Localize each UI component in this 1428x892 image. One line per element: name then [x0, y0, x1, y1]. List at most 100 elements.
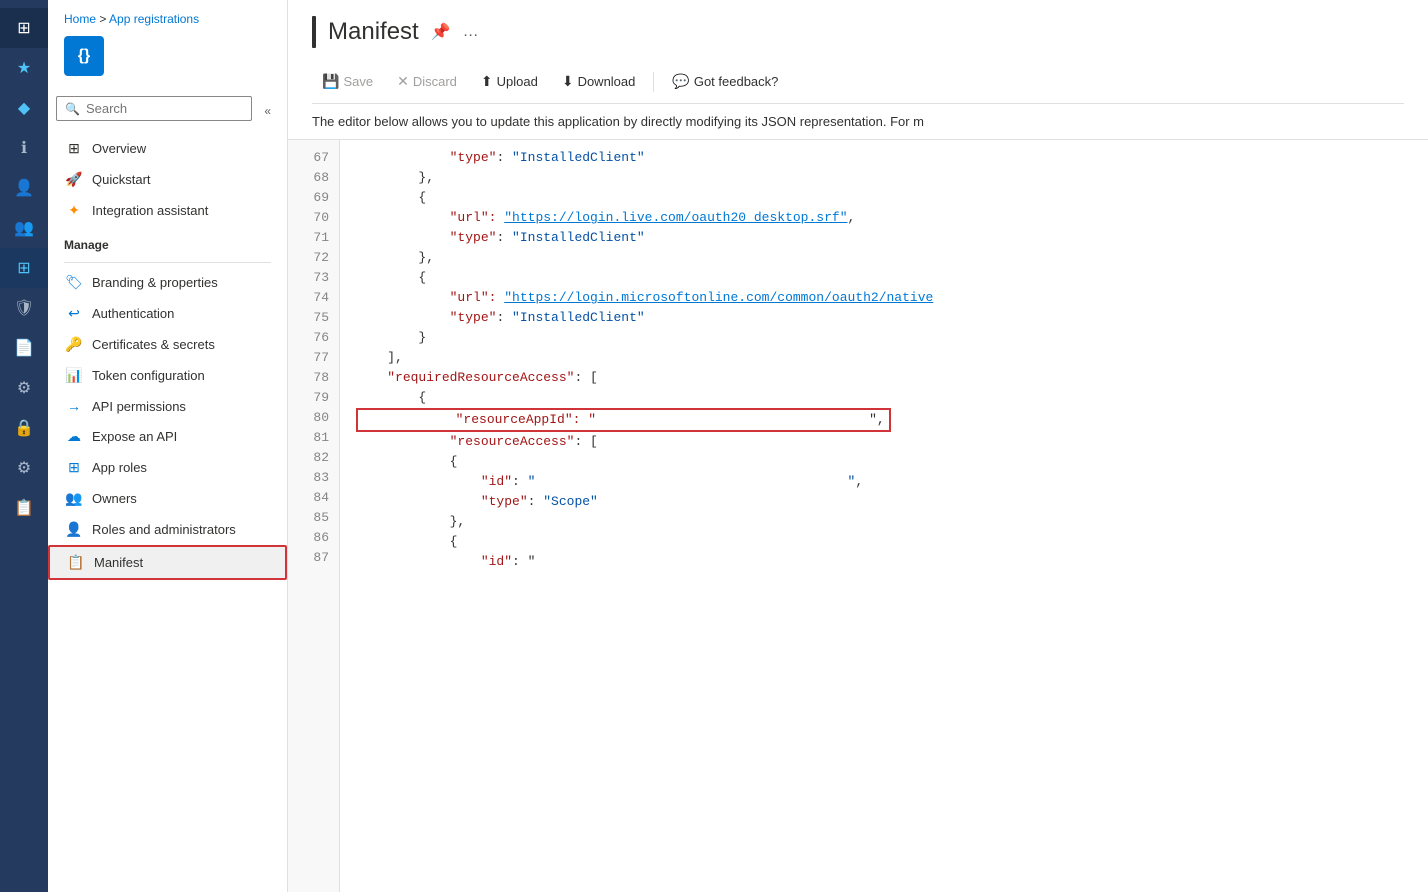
home-nav-icon[interactable]: ⊞: [0, 8, 48, 48]
sidebar-item-app-roles[interactable]: ⊞ App roles: [48, 452, 287, 483]
line-number: 87: [288, 548, 339, 568]
breadcrumb-current[interactable]: App registrations: [109, 12, 199, 26]
json-value[interactable]: [596, 410, 869, 430]
sidebar-item-branding[interactable]: 🏷 Branding & properties: [48, 267, 287, 298]
line-number: 75: [288, 308, 339, 328]
json-key: "type": [450, 228, 497, 248]
json-key: "id": [481, 472, 512, 492]
code-line: {: [356, 452, 1412, 472]
toolbar: 💾 Save ✕ Discard ⬆ Upload ⬇ Download 💬 G…: [312, 60, 1404, 104]
code-line: "type": "InstalledClient": [356, 148, 1412, 168]
feedback-button[interactable]: 💬 Got feedback?: [662, 68, 788, 95]
json-value: "Scope": [543, 492, 598, 512]
search-row: 🔍 «: [48, 96, 287, 133]
sidebar-item-expose-api[interactable]: ☁ Expose an API: [48, 421, 287, 452]
json-end: ",: [869, 410, 885, 430]
branding-icon: 🏷: [64, 274, 84, 291]
code-line: "url": "https://login.live.com/oauth20_d…: [356, 208, 1412, 228]
more-options-icon[interactable]: …: [463, 23, 479, 41]
sidebar-item-roles-admin[interactable]: 👤 Roles and administrators: [48, 514, 287, 545]
certificates-label: Certificates & secrets: [92, 337, 215, 352]
code-line: ],: [356, 348, 1412, 368]
pin-icon[interactable]: 📌: [431, 22, 451, 42]
line-number: 72: [288, 248, 339, 268]
search-input[interactable]: [86, 101, 243, 116]
branding-label: Branding & properties: [92, 275, 218, 290]
user-nav-icon[interactable]: 👤: [0, 168, 48, 208]
shield-nav-icon[interactable]: 🛡: [0, 288, 48, 328]
code-line: {: [356, 188, 1412, 208]
sidebar-item-token[interactable]: 📊 Token configuration: [48, 360, 287, 391]
json-url[interactable]: "https://login.microsoftonline.com/commo…: [504, 288, 933, 308]
sidebar-item-manifest[interactable]: 📋 Manifest: [48, 545, 287, 580]
sidebar-item-quickstart[interactable]: 🚀 Quickstart: [48, 164, 287, 195]
line-number: 78: [288, 368, 339, 388]
json-key: "type": [450, 308, 497, 328]
users-nav-icon[interactable]: 👥: [0, 208, 48, 248]
token-icon: 📊: [64, 367, 84, 384]
sidebar-item-integration[interactable]: ✦ Integration assistant: [48, 195, 287, 226]
diamond-nav-icon[interactable]: ◆: [0, 88, 48, 128]
discard-button[interactable]: ✕ Discard: [387, 68, 467, 95]
json-plain: ,: [848, 208, 856, 228]
line-number: 68: [288, 168, 339, 188]
sidebar-item-owners[interactable]: 👥 Owners: [48, 483, 287, 514]
json-bracket: {: [356, 532, 457, 552]
editor-area: 6768697071727374757677787980818283848586…: [288, 140, 1428, 892]
integration-label: Integration assistant: [92, 203, 208, 218]
line-number: 74: [288, 288, 339, 308]
line-number: 83: [288, 468, 339, 488]
breadcrumb-home[interactable]: Home: [64, 12, 96, 26]
expose-api-label: Expose an API: [92, 429, 177, 444]
code-line: "id": " ",: [356, 472, 1412, 492]
code-line: "id": ": [356, 552, 1412, 572]
sidebar-item-authentication[interactable]: ↩ Authentication: [48, 298, 287, 329]
search-icon: 🔍: [65, 102, 80, 116]
roles-admin-label: Roles and administrators: [92, 522, 236, 537]
code-line: "type": "InstalledClient": [356, 228, 1412, 248]
copy-nav-icon[interactable]: 📋: [0, 488, 48, 528]
code-content[interactable]: "type": "InstalledClient" }, { "url": "h…: [340, 140, 1428, 892]
code-line: "resourceAccess": [: [356, 432, 1412, 452]
code-line: "url": "https://login.microsoftonline.co…: [356, 288, 1412, 308]
upload-button[interactable]: ⬆ Upload: [471, 68, 548, 95]
save-icon: 💾: [322, 73, 339, 90]
grid-nav-icon[interactable]: ⊞: [0, 248, 48, 288]
save-button[interactable]: 💾 Save: [312, 68, 383, 95]
favorites-nav-icon[interactable]: ★: [0, 48, 48, 88]
download-icon: ⬇: [562, 73, 574, 90]
line-number: 76: [288, 328, 339, 348]
settings2-nav-icon[interactable]: ⚙: [0, 448, 48, 488]
file-nav-icon[interactable]: 📄: [0, 328, 48, 368]
code-line: },: [356, 512, 1412, 532]
download-button[interactable]: ⬇ Download: [552, 68, 646, 95]
json-key: "requiredResourceAccess": [387, 368, 574, 388]
line-number: 73: [288, 268, 339, 288]
quickstart-icon: 🚀: [64, 171, 84, 188]
sidebar-item-api-permissions[interactable]: → API permissions: [48, 391, 287, 421]
lock-nav-icon[interactable]: 🔒: [0, 408, 48, 448]
json-key: "id": [481, 552, 512, 572]
code-line: },: [356, 168, 1412, 188]
code-line: "type": "InstalledClient": [356, 308, 1412, 328]
json-value: "InstalledClient": [512, 228, 645, 248]
sidebar-header: Home > App registrations {}: [48, 0, 287, 96]
collapse-button[interactable]: «: [256, 100, 279, 122]
json-key: "resourceAppId": ": [362, 410, 596, 430]
sidebar-item-certificates[interactable]: 🔑 Certificates & secrets: [48, 329, 287, 360]
code-line: },: [356, 248, 1412, 268]
app-roles-icon: ⊞: [64, 459, 84, 476]
gear-nav-icon[interactable]: ⚙: [0, 368, 48, 408]
line-number: 82: [288, 448, 339, 468]
line-number: 84: [288, 488, 339, 508]
line-number: 80: [288, 408, 339, 428]
sidebar-item-overview[interactable]: ⊞ Overview: [48, 133, 287, 164]
line-number: 70: [288, 208, 339, 228]
json-url[interactable]: "https://login.live.com/oauth20_desktop.…: [504, 208, 847, 228]
code-line: "type": "Scope": [356, 492, 1412, 512]
json-key: "resourceAccess": [450, 432, 575, 452]
description-text: The editor below allows you to update th…: [288, 104, 1428, 140]
authentication-icon: ↩: [64, 305, 84, 322]
search-box[interactable]: 🔍: [56, 96, 252, 121]
info-nav-icon[interactable]: ℹ: [0, 128, 48, 168]
